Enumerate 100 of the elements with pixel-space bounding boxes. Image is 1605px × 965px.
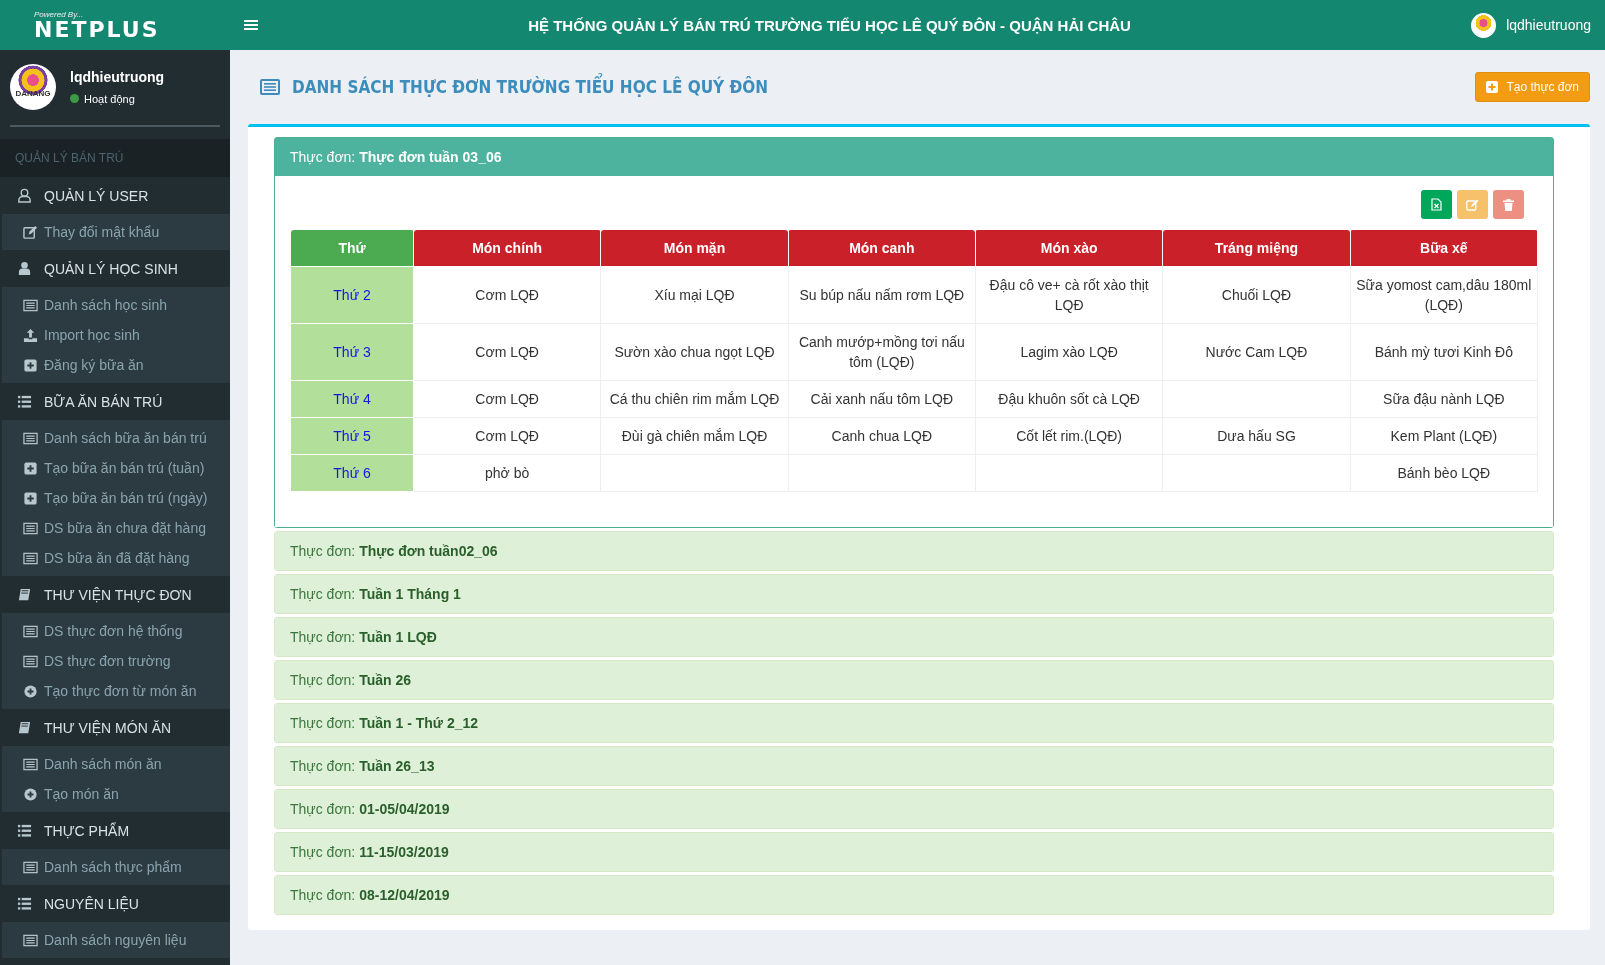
spreadsheet-file-icon bbox=[1431, 198, 1442, 211]
menu-item[interactable]: Import học sinh bbox=[2, 320, 230, 350]
table-cell: Sườn xào chua ngọt LQĐ bbox=[600, 323, 789, 381]
user-name-link[interactable]: lqdhieutruong bbox=[1506, 17, 1591, 33]
column-header: Món chính bbox=[413, 229, 601, 267]
menu-item[interactable]: Tạo bữa ăn bán trú (tuần) bbox=[2, 453, 230, 483]
menu-item[interactable]: DS bữa ăn chưa đặt hàng bbox=[2, 513, 230, 543]
menu-item[interactable]: DS thực đơn hệ thống bbox=[2, 616, 230, 646]
day-link[interactable]: Thứ 2 bbox=[333, 287, 371, 303]
menu-panel-header[interactable]: Thực đơn: 11-15/03/2019 bbox=[275, 833, 1553, 871]
system-title: HỆ THỐNG QUẢN LÝ BÁN TRÚ TRƯỜNG TIỂU HỌC LÊ QUÝ ĐÔN - QUẬN HẢI CHÂU bbox=[527, 16, 1132, 34]
export-excel-button[interactable] bbox=[1421, 190, 1452, 219]
brand-logo[interactable]: Powered By... NETPLUS bbox=[0, 0, 230, 50]
menu-panel-header[interactable]: Thực đơn: Thực đơn tuần02_06 bbox=[275, 532, 1553, 570]
menu-item[interactable]: Tạo bữa ăn bán trú (ngày) bbox=[2, 483, 230, 513]
table-cell: Cốt lết rim.(LQĐ) bbox=[975, 417, 1163, 455]
table-cell: Canh chua LQĐ bbox=[788, 417, 976, 455]
menu-panel-header[interactable]: Thực đơn: Tuần 1 LQĐ bbox=[275, 618, 1553, 656]
table-cell: Cơm LQĐ bbox=[413, 417, 601, 455]
avatar-logo-icon bbox=[1471, 12, 1497, 38]
list-icon bbox=[23, 623, 38, 639]
menu-item[interactable]: Danh sách món ăn bbox=[2, 749, 230, 779]
plus-icon bbox=[23, 490, 38, 506]
section-header: QUẢN LÝ BÁN TRÚ bbox=[0, 139, 230, 177]
table-cell: Cơm LQĐ bbox=[413, 323, 601, 381]
table-cell: Chuối LQĐ bbox=[1162, 266, 1351, 324]
edit-icon bbox=[1466, 198, 1479, 211]
table-cell: Đùi gà chiên mắm LQĐ bbox=[600, 417, 789, 455]
menu-group-item[interactable]: QUẢN LÝ HỌC SINH bbox=[0, 250, 230, 287]
menu-panel-header[interactable]: Thực đơn: Tuần 26_13 bbox=[275, 747, 1553, 785]
menu-item[interactable]: DS bữa ăn đã đặt hàng bbox=[2, 543, 230, 573]
table-cell: Su búp nấu nấm rơm LQĐ bbox=[788, 266, 976, 324]
trash-icon bbox=[1503, 198, 1514, 211]
table-cell: Cơm LQĐ bbox=[413, 266, 601, 324]
column-header: Tráng miệng bbox=[1162, 229, 1351, 267]
menu-icon[interactable] bbox=[244, 19, 258, 31]
day-link[interactable]: Thứ 5 bbox=[333, 428, 371, 444]
user-name: lqdhieutruong bbox=[70, 68, 165, 85]
menu-group-item[interactable]: THƯ VIỆN THỰC ĐƠN bbox=[0, 576, 230, 613]
table-cell: phở bò bbox=[413, 454, 601, 492]
table-cell: Lagim xào LQĐ bbox=[975, 323, 1163, 381]
table-cell: Kem Plant (LQĐ) bbox=[1350, 417, 1538, 455]
plus-icon bbox=[23, 683, 38, 699]
day-link[interactable]: Thứ 4 bbox=[333, 391, 371, 407]
list-icon bbox=[23, 859, 38, 875]
list-icon bbox=[23, 430, 38, 446]
upload-icon bbox=[23, 327, 38, 343]
menu-item[interactable]: Đăng ký bữa ăn bbox=[2, 350, 230, 380]
list-icon bbox=[23, 550, 38, 566]
menu-item[interactable]: Danh sách học sinh bbox=[2, 290, 230, 320]
menu-group-item[interactable]: BỮA ĂN BÁN TRÚ bbox=[0, 383, 230, 420]
menu-group-item[interactable]: THỰC PHẨM bbox=[0, 812, 230, 849]
plus-icon bbox=[23, 357, 38, 373]
user-icon bbox=[17, 261, 32, 276]
table-cell: Cá thu chiên rim mắm LQĐ bbox=[600, 380, 789, 418]
menu-item[interactable]: Tạo thực đơn từ món ăn bbox=[2, 676, 230, 706]
column-header: Món xào bbox=[975, 229, 1163, 267]
menu-group-item[interactable]: QUẢN LÝ USER bbox=[0, 177, 230, 214]
table-cell: Cải xanh nấu tôm LQĐ bbox=[788, 380, 976, 418]
plus-icon bbox=[23, 786, 38, 802]
menu-item[interactable]: Tạo món ăn bbox=[2, 779, 230, 809]
menu-panel-header[interactable]: Thực đơn: Tuần 26 bbox=[275, 661, 1553, 699]
edit-icon bbox=[23, 224, 38, 240]
book-icon bbox=[17, 587, 32, 602]
menu-panel-header[interactable]: Thực đơn: Tuần 1 Tháng 1 bbox=[275, 575, 1553, 613]
table-cell: Nước Cam LQĐ bbox=[1162, 323, 1351, 381]
edit-button[interactable] bbox=[1457, 190, 1488, 219]
list-icon bbox=[23, 756, 38, 772]
list-icon bbox=[17, 823, 32, 838]
table-cell: Sữa đậu nành LQĐ bbox=[1350, 380, 1538, 418]
user-icon bbox=[17, 188, 32, 203]
menu-panel-header[interactable]: Thực đơn: Tuần 1 - Thứ 2_12 bbox=[275, 704, 1553, 742]
table-cell: Dưa hấu SG bbox=[1162, 417, 1351, 455]
list-icon bbox=[17, 394, 32, 409]
list-icon bbox=[23, 932, 38, 948]
column-header: Món mặn bbox=[600, 229, 789, 267]
delete-button[interactable] bbox=[1493, 190, 1524, 219]
avatar-logo: DANANG bbox=[10, 63, 56, 110]
table-cell: Canh mướp+mồng tơi nấu tôm (LQĐ) bbox=[788, 323, 976, 381]
menu-item[interactable]: Danh sách bữa ăn bán trú bbox=[2, 423, 230, 453]
plus-icon bbox=[23, 460, 38, 476]
table-cell: Đậu cô ve+ cà rốt xào thịt LQĐ bbox=[975, 266, 1163, 324]
status-text: Hoạt động bbox=[84, 92, 135, 105]
list-icon bbox=[260, 79, 280, 95]
table-cell: Cơm LQĐ bbox=[413, 380, 601, 418]
column-header: Thứ bbox=[290, 229, 414, 267]
list-icon bbox=[17, 896, 32, 911]
list-icon bbox=[23, 653, 38, 669]
table-cell: Bánh mỳ tươi Kinh Đô bbox=[1350, 323, 1538, 381]
menu-group-item[interactable]: THƯ VIỆN MÓN ĂN bbox=[0, 709, 230, 746]
column-header: Món canh bbox=[788, 229, 976, 267]
menu-panel-header[interactable]: Thực đơn: 01-05/04/2019 bbox=[275, 790, 1553, 828]
menu-panel-header[interactable]: Thực đơn: 08-12/04/2019 bbox=[275, 876, 1553, 914]
list-icon bbox=[23, 297, 38, 313]
day-link[interactable]: Thứ 6 bbox=[333, 465, 371, 481]
table-cell: Xíu mại LQĐ bbox=[600, 266, 789, 324]
menu-group-item[interactable]: NGUYÊN LIỆU bbox=[0, 885, 230, 922]
menu-item[interactable]: DS thực đơn trường bbox=[2, 646, 230, 676]
table-cell: Đậu khuôn sốt cà LQĐ bbox=[975, 380, 1163, 418]
day-link[interactable]: Thứ 3 bbox=[333, 344, 371, 360]
